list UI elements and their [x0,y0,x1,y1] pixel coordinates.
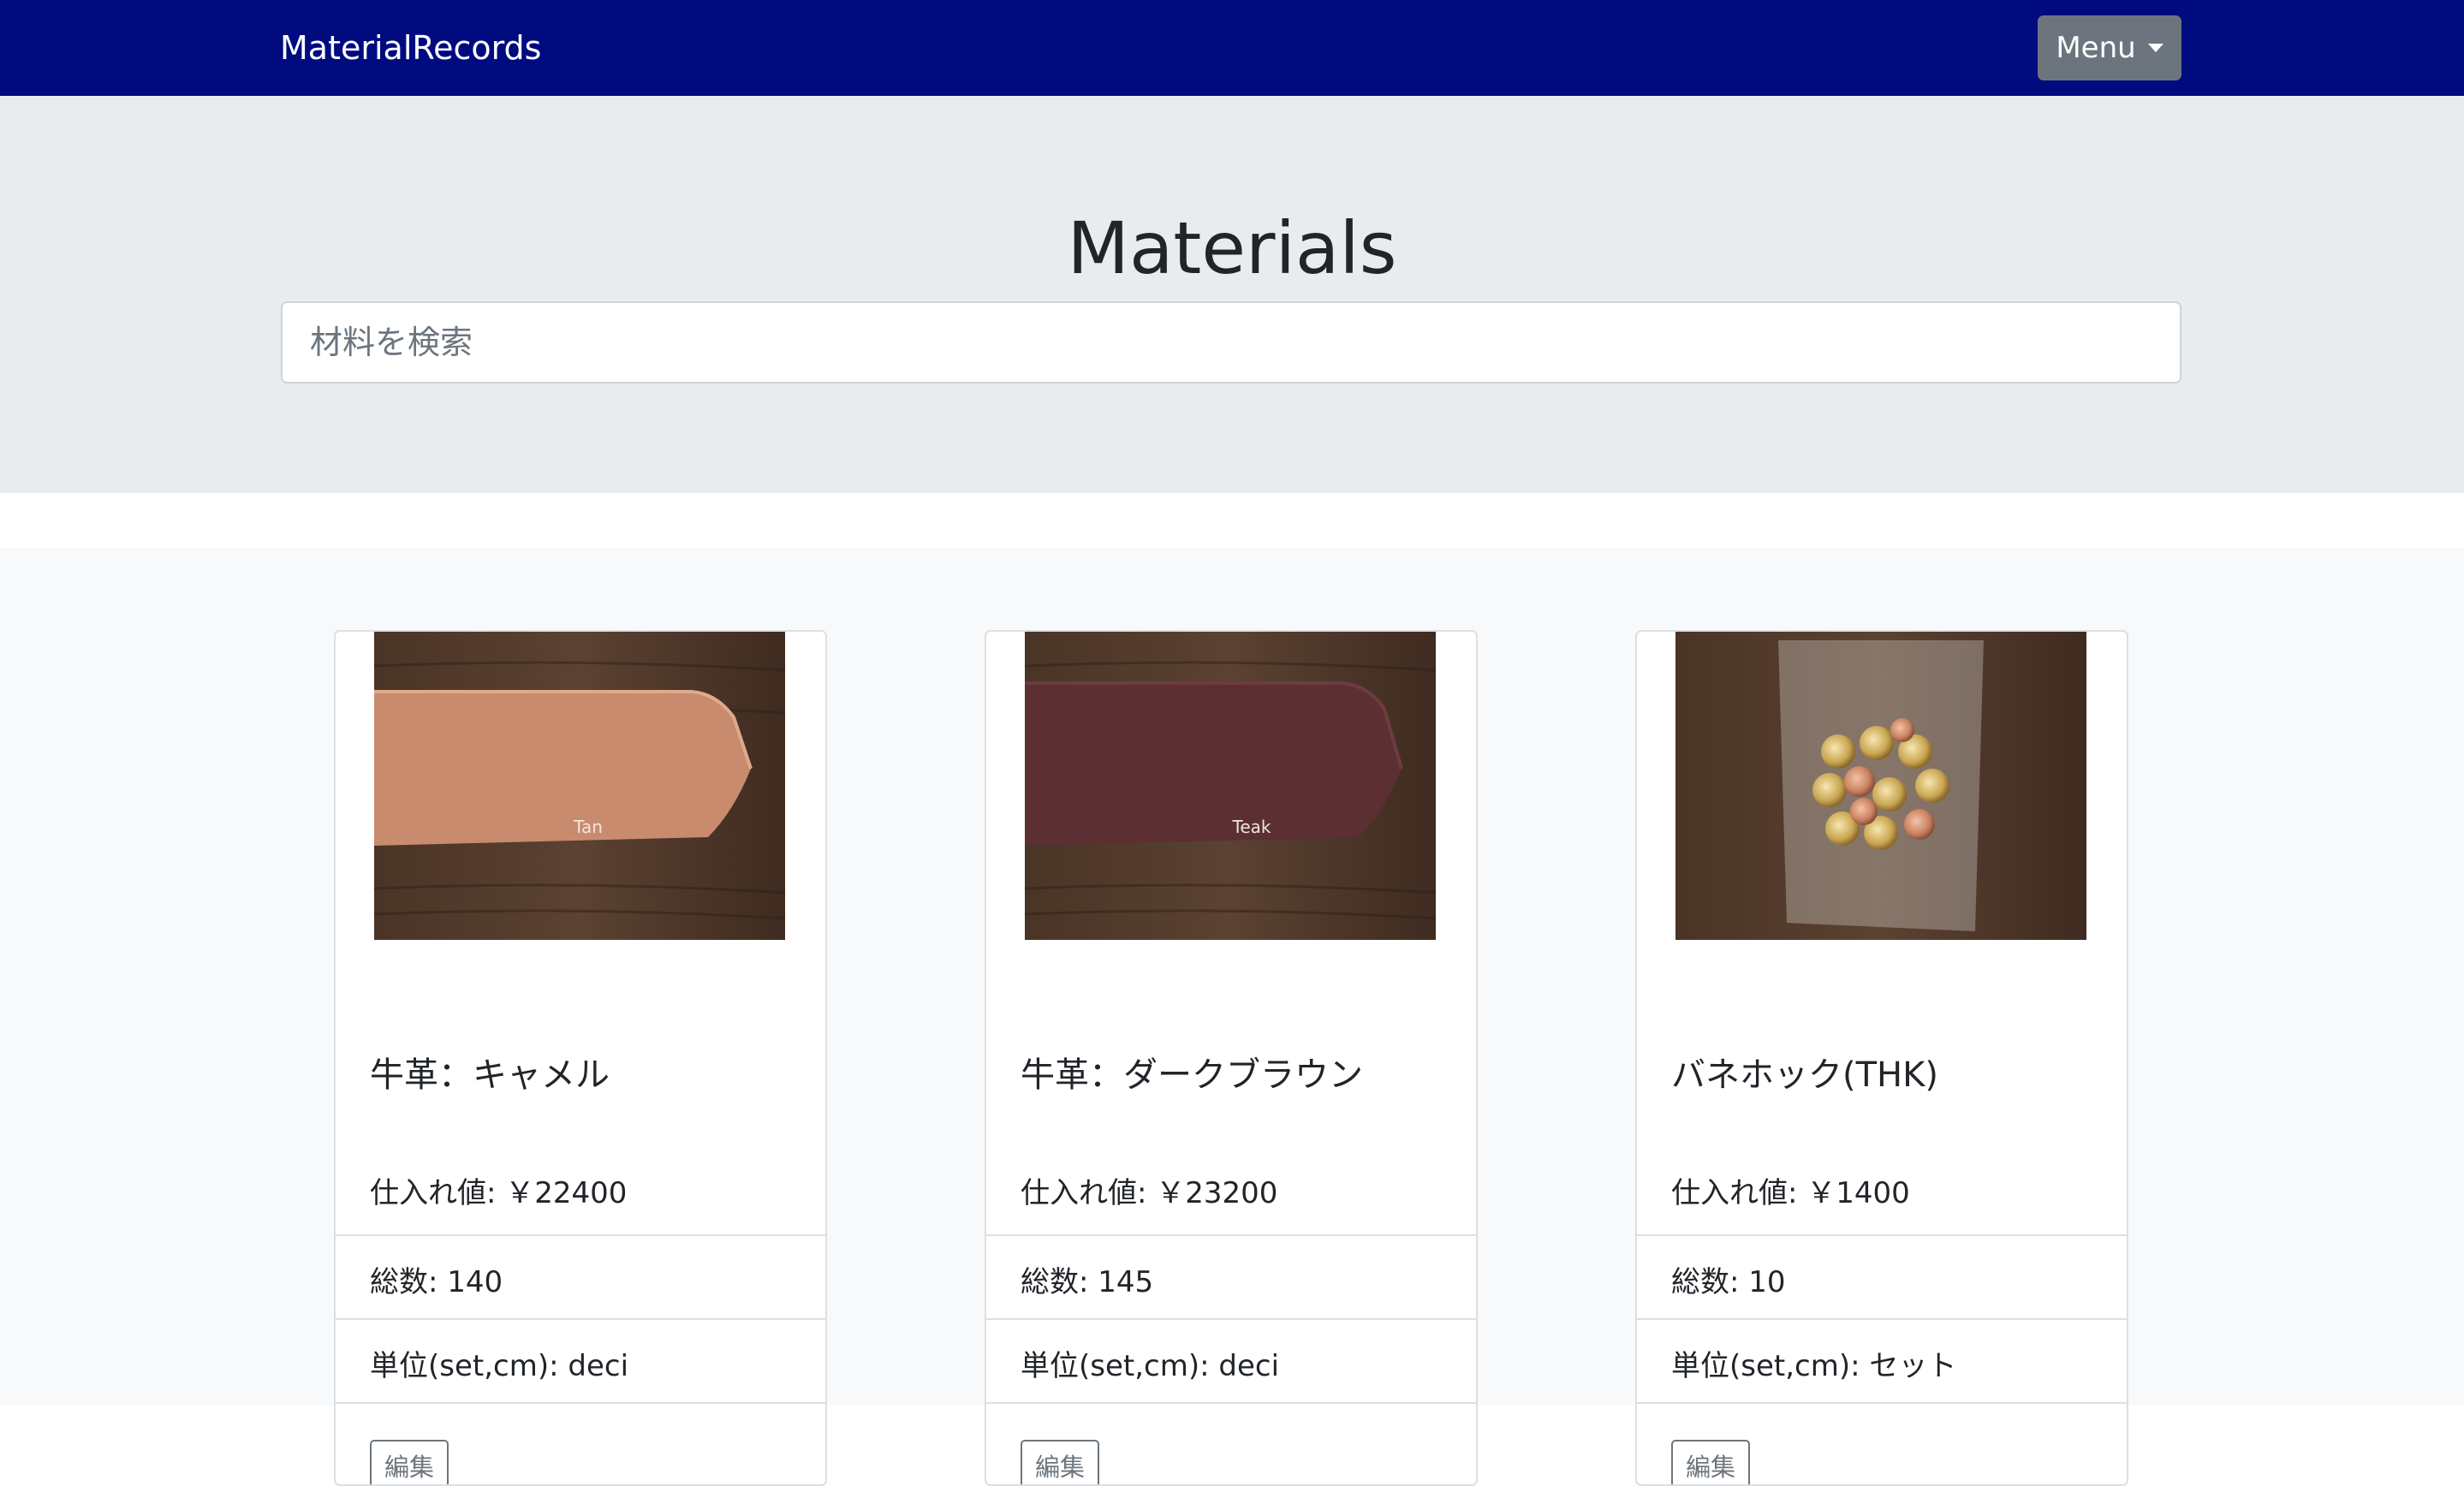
image-stamp-text: Tan [573,817,603,837]
divider [336,1234,825,1236]
material-price: 仕入れ値: ￥1400 [1671,1176,1910,1210]
material-unit: 単位(set,cm): deci [370,1349,629,1383]
material-total: 総数: 140 [370,1265,503,1299]
caret-down-icon [2147,44,2163,52]
hero-section: Materials [0,96,2464,493]
material-image: Teak [1025,632,1436,940]
material-card: バネホック(THK) 仕入れ値: ￥1400 総数: 10 単位(set,cm)… [1635,630,2128,1486]
image-stamp-text: Teak [1232,817,1271,837]
divider [1637,1402,2127,1404]
edit-button[interactable]: 編集 [370,1440,449,1484]
material-price: 仕入れ値: ￥23200 [1021,1176,1278,1210]
divider [336,1318,825,1320]
divider [986,1234,1476,1236]
menu-button[interactable]: Menu [2038,15,2181,80]
edit-button[interactable]: 編集 [1021,1440,1099,1484]
leather-piece [374,692,751,846]
divider [336,1402,825,1404]
material-name: バネホック(THK) [1671,1055,1938,1095]
material-card: Teak 牛革：ダークブラウン 仕入れ値: ￥23200 総数: 145 単位(… [985,630,1478,1486]
search-input[interactable] [281,301,2181,383]
divider [986,1318,1476,1320]
edit-button[interactable]: 編集 [1671,1440,1750,1484]
divider [1637,1234,2127,1236]
material-image: Tan [374,632,785,940]
menu-button-label: Menu [2056,31,2136,65]
material-name: 牛革：キャメル [370,1055,610,1095]
material-total: 総数: 10 [1671,1265,1786,1299]
material-card: Tan 牛革：キャメル 仕入れ値: ￥22400 総数: 140 単位(set,… [334,630,827,1486]
leather-piece [1025,683,1402,846]
page-title: Materials [1067,206,1397,290]
divider [1637,1318,2127,1320]
materials-album: Tan 牛革：キャメル 仕入れ値: ￥22400 総数: 140 単位(set,… [0,548,2464,1486]
divider [986,1402,1476,1404]
material-image [1675,632,2086,940]
material-unit: 単位(set,cm): セット [1671,1349,1957,1383]
material-total: 総数: 145 [1021,1265,1154,1299]
navbar: MaterialRecords Menu [0,0,2464,96]
material-unit: 単位(set,cm): deci [1021,1349,1280,1383]
navbar-brand[interactable]: MaterialRecords [280,26,541,70]
material-name: 牛革：ダークブラウン [1021,1055,1363,1095]
material-price: 仕入れ値: ￥22400 [370,1176,628,1210]
